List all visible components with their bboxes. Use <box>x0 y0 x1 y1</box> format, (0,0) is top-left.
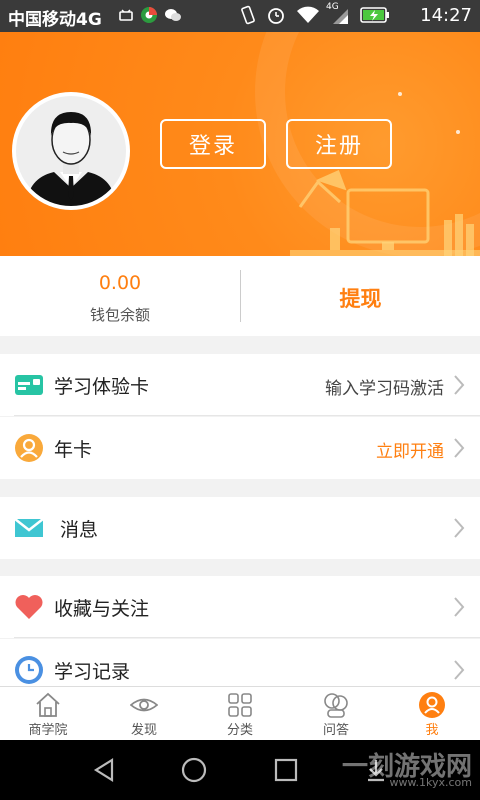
clock-icon <box>15 656 43 684</box>
menu-item-messages[interactable]: 消息 <box>0 497 480 559</box>
bottom-tab-bar: 商学院 发现 分类 问答 我 <box>0 686 480 740</box>
menu-item-history[interactable]: 学习记录 <box>0 639 480 686</box>
android-debug-icon <box>119 9 133 21</box>
status-bar: 中国移动4G 4G 14:27 <box>0 0 480 32</box>
wallet-panel: 0.00 钱包余额 提现 <box>0 256 480 336</box>
tab-label: 我 <box>425 723 439 738</box>
user-circle-icon <box>15 434 43 462</box>
chevron-right-icon <box>454 375 465 395</box>
row-divider <box>14 415 480 416</box>
menu-item-favorites[interactable]: 收藏与关注 <box>0 576 480 638</box>
user-icon <box>419 692 445 718</box>
chevron-right-icon <box>454 518 465 538</box>
vibrate-icon <box>241 5 255 25</box>
wifi-icon <box>297 6 319 23</box>
open-now-link[interactable]: 立即开通 <box>376 437 444 462</box>
eye-icon <box>130 698 158 712</box>
card-icon <box>15 375 43 395</box>
carrier-name: 中国移动4G <box>8 10 102 30</box>
alarm-icon <box>268 8 284 24</box>
activate-code-link[interactable]: 输入学习码激活 <box>325 374 444 399</box>
browser-icon <box>141 7 157 23</box>
tab-business-school[interactable]: 商学院 <box>0 687 96 741</box>
wallet-balance-value[interactable]: 0.00 <box>0 272 240 294</box>
home-nav-icon[interactable] <box>180 756 208 784</box>
watermark-url: www.1kyx.com <box>389 776 472 789</box>
tab-me[interactable]: 我 <box>384 687 480 741</box>
tab-label: 发现 <box>130 723 157 738</box>
tab-label: 分类 <box>226 723 253 738</box>
row-divider <box>14 637 480 638</box>
network-type-label: 4G <box>326 2 339 12</box>
profile-header: 登录 注册 <box>0 32 480 256</box>
chat-icon <box>324 693 348 718</box>
tab-categories[interactable]: 分类 <box>192 687 288 741</box>
menu-item-label: 消息 <box>60 519 99 541</box>
tab-qa[interactable]: 问答 <box>288 687 384 741</box>
menu-item-study-card[interactable]: 学习体验卡 输入学习码激活 <box>0 354 480 416</box>
menu-item-label: 学习体验卡 <box>54 376 150 398</box>
clock: 14:27 <box>420 5 472 26</box>
tab-label: 问答 <box>322 723 349 738</box>
menu-item-annual-card[interactable]: 年卡 立即开通 <box>0 417 480 479</box>
default-user-avatar-icon <box>26 112 116 206</box>
wallet-balance-label: 钱包余额 <box>89 306 150 324</box>
chevron-right-icon <box>454 660 465 680</box>
heart-icon <box>15 595 43 619</box>
chevron-right-icon <box>454 597 465 617</box>
tab-label: 商学院 <box>28 723 68 738</box>
menu-item-label: 年卡 <box>54 439 93 461</box>
recent-apps-icon[interactable] <box>272 756 300 784</box>
avatar[interactable] <box>12 92 130 210</box>
wechat-icon <box>165 9 181 21</box>
back-icon[interactable] <box>90 756 118 784</box>
tab-discover[interactable]: 发现 <box>96 687 192 741</box>
chevron-right-icon <box>454 438 465 458</box>
menu-item-label: 学习记录 <box>54 661 131 683</box>
mail-icon <box>14 518 44 537</box>
register-button[interactable]: 注册 <box>286 119 392 169</box>
menu-item-label: 收藏与关注 <box>54 598 150 620</box>
cell-signal-icon: 4G <box>326 2 350 25</box>
system-nav-bar: 一刻游戏网 www.1kyx.com <box>0 740 480 800</box>
login-button[interactable]: 登录 <box>160 119 266 169</box>
withdraw-button[interactable]: 提现 <box>241 283 480 313</box>
battery-charging-icon <box>360 7 389 23</box>
grid-icon <box>228 693 252 717</box>
home-icon <box>36 692 60 717</box>
